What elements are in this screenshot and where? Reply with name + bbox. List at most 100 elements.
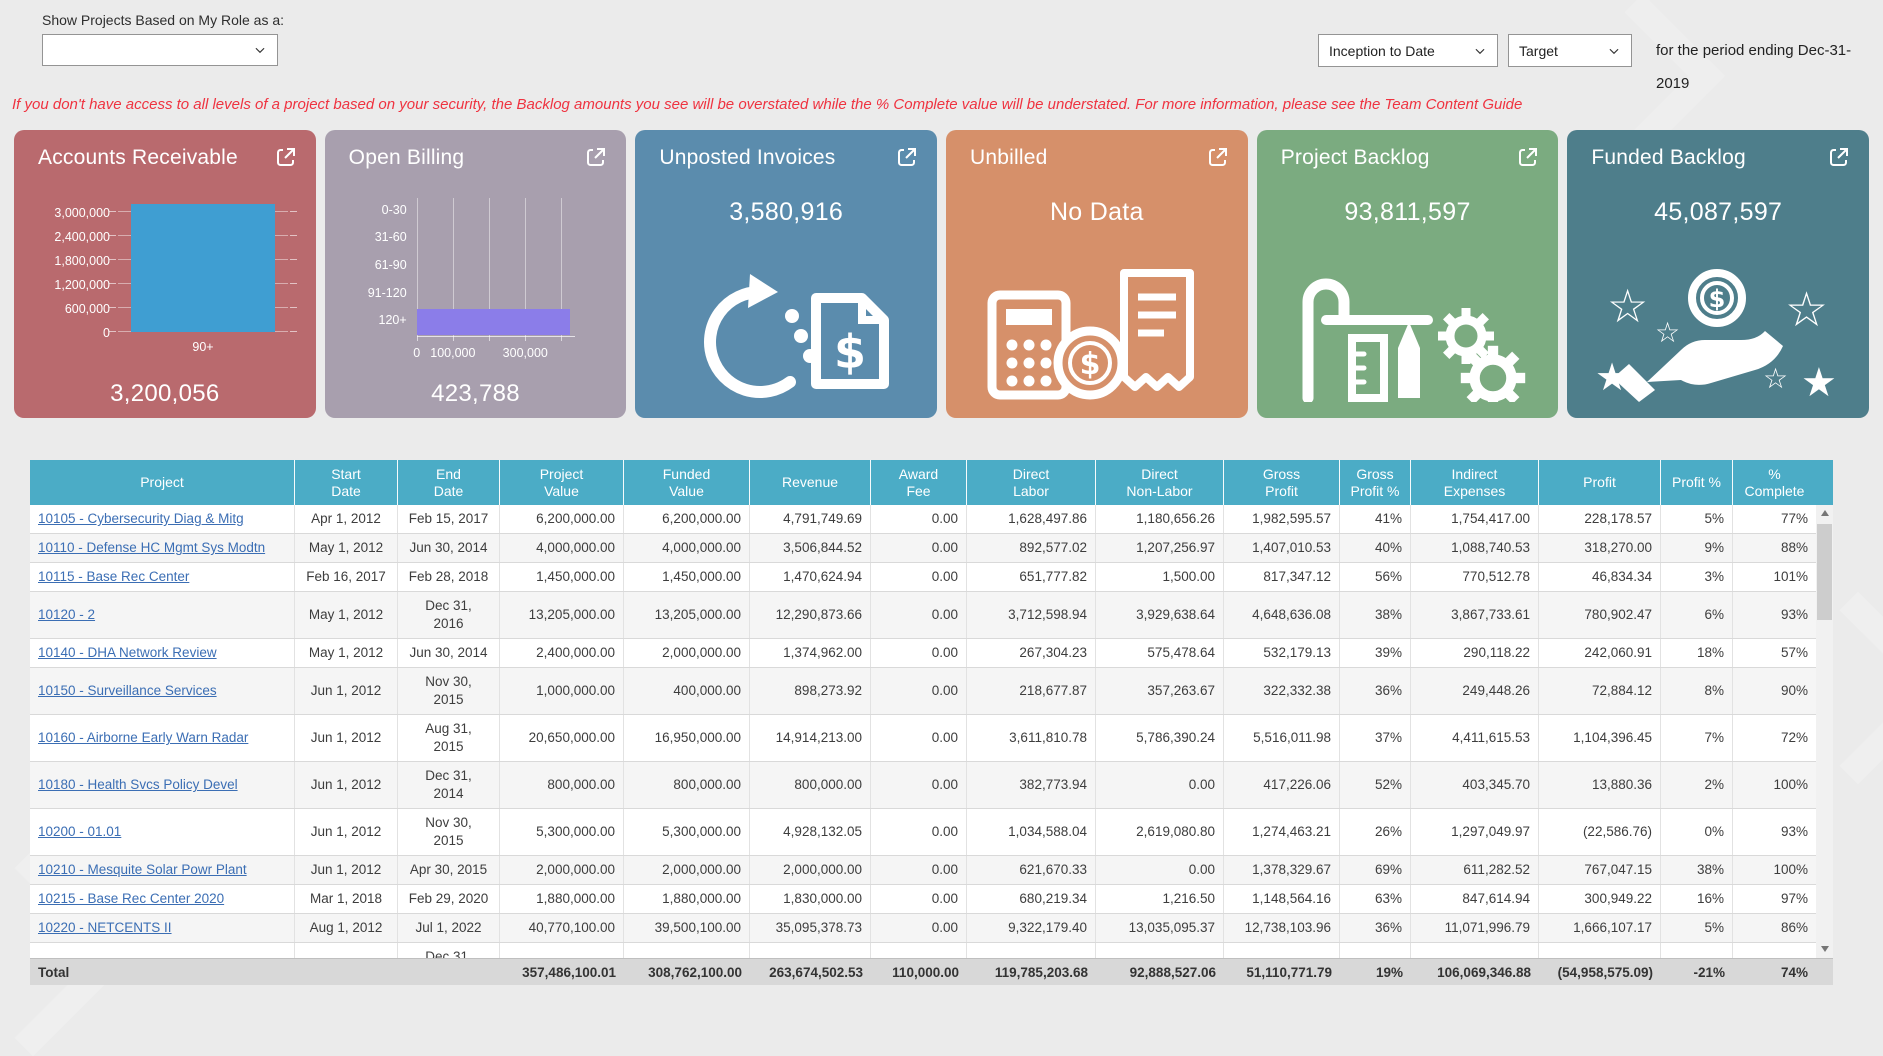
table-cell: 393,738.88 <box>1224 943 1340 958</box>
table-cell: 5,300,000.00 <box>500 809 624 855</box>
table-body: 10105 - Cybersecurity Diag & Mitg Apr 1, … <box>30 505 1833 958</box>
external-link-icon[interactable] <box>274 145 298 169</box>
column-header[interactable]: Funded Value <box>624 460 750 505</box>
table-scrollbar[interactable] <box>1816 505 1833 958</box>
project-link[interactable]: 10180 - Health Svcs Policy Devel <box>38 776 238 794</box>
scroll-down-icon[interactable] <box>1816 941 1833 958</box>
table-cell: Jun 1, 2012 <box>295 762 398 808</box>
table-cell: 1,982,595.57 <box>1224 505 1340 533</box>
column-header[interactable]: % Complete <box>1733 460 1816 505</box>
table-cell: 100% <box>1733 856 1816 884</box>
column-header[interactable]: Profit <box>1539 460 1661 505</box>
table-cell: 290,118.22 <box>1411 639 1539 667</box>
column-header[interactable]: Project Value <box>500 460 624 505</box>
column-header[interactable]: Direct Non-Labor <box>1096 460 1224 505</box>
table-cell: 0.00 <box>871 914 967 942</box>
table-row: 10215 - Base Rec Center 2020Mar 1, 2018F… <box>30 885 1816 914</box>
column-header[interactable]: End Date <box>398 460 500 505</box>
table-cell: 0.00 <box>871 668 967 714</box>
table-cell: 6,200,000.00 <box>624 505 750 533</box>
card-funded-backlog: Funded Backlog 45,087,597 ☆ ☆ ★ ☆ ☆ ★ <box>1567 130 1869 418</box>
table-cell: 69% <box>1340 856 1411 884</box>
project-link[interactable]: 10105 - Cybersecurity Diag & Mitg <box>38 510 244 528</box>
y-axis-tick-label: 2,400,000 <box>26 230 110 244</box>
table-cell: Aug 31, 2015 <box>398 715 500 761</box>
column-header[interactable]: Revenue <box>750 460 871 505</box>
column-header[interactable]: Start Date <box>295 460 398 505</box>
total-cell: 106,069,346.88 <box>1411 959 1539 985</box>
column-header[interactable]: Gross Profit % <box>1340 460 1411 505</box>
table-cell: Jul 1, 2022 <box>398 914 500 942</box>
project-link[interactable]: 10210 - Mesquite Solar Powr Plant <box>38 861 247 879</box>
column-header[interactable]: Gross Profit <box>1224 460 1340 505</box>
drafting-tools-gears-icon <box>1257 260 1559 402</box>
axis-tick <box>109 211 116 212</box>
project-link[interactable]: 10200 - 01.01 <box>38 823 121 841</box>
table-cell: 1,180,656.26 <box>1096 505 1224 533</box>
table-cell: 1,216.50 <box>1096 885 1224 913</box>
external-link-icon[interactable] <box>1206 145 1230 169</box>
table-cell: 4,791,749.69 <box>750 505 871 533</box>
table-cell: 228,178.57 <box>1539 505 1661 533</box>
table-cell: 38% <box>1340 592 1411 638</box>
open-billing-chart: 0100,000300,000 0-3031-6061-9091-120120+ <box>337 194 615 354</box>
project-link[interactable]: 10110 - Defense HC Mgmt Sys Modtn <box>38 539 265 557</box>
project-link[interactable]: 10220 - NETCENTS II <box>38 919 172 937</box>
table-cell: 218,677.87 <box>967 668 1096 714</box>
table-cell: 2,000,000.00 <box>624 856 750 884</box>
project-link[interactable]: 10115 - Base Rec Center <box>38 568 189 586</box>
target-select[interactable]: Target <box>1508 34 1632 67</box>
table-cell: 18% <box>1661 639 1733 667</box>
table-cell: Apr 1, 2012 <box>295 505 398 533</box>
table-cell: 318,270.00 <box>1539 534 1661 562</box>
security-warning-text: If you don't have access to all levels o… <box>12 96 1522 113</box>
project-cell: 10160 - Airborne Early Warn Radar <box>30 715 295 761</box>
table-cell: Feb 15, 2017 <box>398 505 500 533</box>
table-cell: 39% <box>1340 639 1411 667</box>
table-cell: 1,207,256.97 <box>1096 534 1224 562</box>
table-cell: May 1, 2012 <box>295 534 398 562</box>
external-link-icon[interactable] <box>1827 145 1851 169</box>
scroll-up-icon[interactable] <box>1816 505 1833 522</box>
column-header[interactable]: Award Fee <box>871 460 967 505</box>
table-cell: 0.00 <box>871 762 967 808</box>
external-link-icon[interactable] <box>895 145 919 169</box>
svg-text:☆: ☆ <box>1785 282 1828 338</box>
column-header[interactable]: Indirect Expenses <box>1411 460 1539 505</box>
external-link-icon[interactable] <box>1516 145 1540 169</box>
table-cell: 417,226.06 <box>1224 762 1340 808</box>
role-select[interactable] <box>42 34 278 66</box>
category-label: 120+ <box>337 313 407 327</box>
table-row: 10220 - NETCENTS II Aug 1, 2012Jul 1, 202… <box>30 914 1816 943</box>
table-cell: 800,000.00 <box>624 762 750 808</box>
axis-tick <box>290 283 297 284</box>
project-link[interactable]: 10150 - Surveillance Services <box>38 682 217 700</box>
period-type-select[interactable]: Inception to Date <box>1318 34 1498 67</box>
table-cell: 4,000,000.00 <box>624 534 750 562</box>
total-cell: 119,785,203.68 <box>967 959 1096 985</box>
project-link[interactable]: 10215 - Base Rec Center 2020 <box>38 890 224 908</box>
table-cell: 0.00 <box>1096 762 1224 808</box>
bar-90plus <box>131 204 275 332</box>
table-cell: 93% <box>1733 592 1816 638</box>
table-cell: 3,611,810.78 <box>967 715 1096 761</box>
table-cell: 38% <box>1661 856 1733 884</box>
project-cell: 10140 - DHA Network Review <box>30 639 295 667</box>
project-link[interactable]: 10160 - Airborne Early Warn Radar <box>38 729 248 747</box>
scrollbar-thumb[interactable] <box>1817 524 1832 620</box>
column-header[interactable]: Profit % <box>1661 460 1733 505</box>
project-link[interactable]: 10120 - 2 <box>38 606 95 624</box>
table-cell: 0.00 <box>871 592 967 638</box>
project-cell: 10120 - 2 <box>30 592 295 638</box>
table-cell: 714,277.40 <box>750 943 871 958</box>
table-cell: May 1, 2012 <box>295 592 398 638</box>
table-cell: Aug 1, 2012 <box>295 914 398 942</box>
project-link[interactable]: 10140 - DHA Network Review <box>38 644 217 662</box>
external-link-icon[interactable] <box>584 145 608 169</box>
column-header[interactable]: Direct Labor <box>967 460 1096 505</box>
table-row: 10150 - Surveillance ServicesJun 1, 2012… <box>30 668 1816 715</box>
column-header[interactable]: Project <box>30 460 295 505</box>
table-cell: 41% <box>1340 505 1411 533</box>
table-cell: 780,902.47 <box>1539 592 1661 638</box>
y-axis-tick-label: 1,200,000 <box>26 278 110 292</box>
